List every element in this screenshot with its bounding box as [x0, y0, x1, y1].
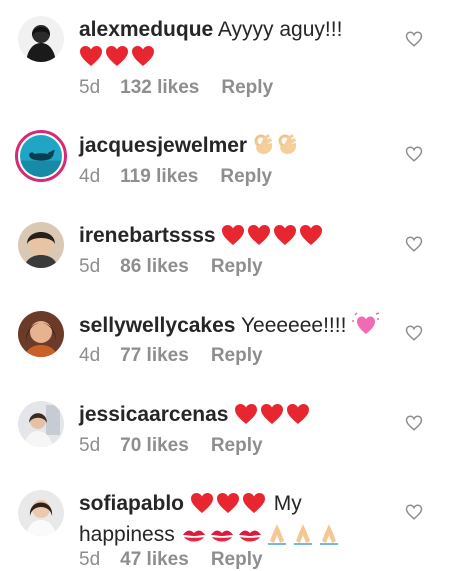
- sparkling-heart-icon: [352, 312, 380, 343]
- avatar[interactable]: [18, 222, 64, 268]
- folded-hands-icon: [265, 521, 289, 552]
- reply-button[interactable]: Reply: [211, 256, 263, 277]
- comment-text: sellywellycakes Yeeeeee!!!!: [79, 312, 389, 343]
- avatar[interactable]: [18, 16, 64, 62]
- like-heart-icon[interactable]: [405, 30, 423, 48]
- avatar[interactable]: [18, 401, 64, 447]
- like-heart-icon[interactable]: [405, 145, 423, 163]
- comment-age: 5d: [79, 435, 101, 456]
- comment-text: irenebartssss: [79, 222, 389, 253]
- comment-likes[interactable]: 70 likes: [120, 435, 189, 456]
- red-heart-icon: [221, 224, 245, 253]
- red-heart-icon: [286, 403, 310, 432]
- comment-meta: 4d 119 likes Reply: [79, 166, 272, 188]
- reply-button[interactable]: Reply: [221, 77, 273, 98]
- red-heart-icon: [216, 492, 240, 521]
- ok-hand-icon: [253, 132, 275, 163]
- like-heart-icon[interactable]: [405, 503, 423, 521]
- comment-age: 5d: [79, 256, 101, 277]
- red-heart-icon: [299, 224, 323, 253]
- comment-text: jessicaarcenas: [79, 401, 389, 432]
- red-heart-icon: [105, 45, 129, 74]
- comment-meta: 5d 70 likes Reply: [79, 435, 263, 457]
- comment-username[interactable]: irenebartssss: [79, 224, 216, 247]
- folded-hands-icon: [291, 521, 315, 552]
- comment-likes[interactable]: 119 likes: [120, 166, 198, 187]
- comment-likes[interactable]: 132 likes: [120, 77, 199, 98]
- comment-age: 4d: [79, 345, 101, 366]
- comment-username[interactable]: sellywellycakes: [79, 314, 235, 337]
- like-heart-icon[interactable]: [405, 235, 423, 253]
- ok-hand-icon: [277, 132, 299, 163]
- avatar[interactable]: [18, 490, 64, 536]
- reply-button[interactable]: Reply: [211, 435, 263, 456]
- comment-username[interactable]: sofiapablo: [79, 492, 184, 515]
- comment-age: 5d: [79, 77, 101, 98]
- comment-meta: 5d 86 likes Reply: [79, 256, 263, 278]
- comment-username[interactable]: jacquesjewelmer: [79, 134, 247, 157]
- kiss-mark-icon: [209, 525, 235, 552]
- red-heart-icon: [234, 403, 258, 432]
- comment-message: Yeeeeee!!!!: [240, 314, 347, 337]
- comment-username[interactable]: alexmeduque: [79, 18, 213, 41]
- comment-meta: 4d 77 likes Reply: [79, 345, 263, 367]
- red-heart-icon: [190, 492, 214, 521]
- kiss-mark-icon: [237, 525, 263, 552]
- comment-likes[interactable]: 77 likes: [120, 345, 189, 366]
- comment-username[interactable]: jessicaarcenas: [79, 403, 228, 426]
- comment-text: sofiapablo My happiness: [79, 490, 389, 552]
- like-heart-icon[interactable]: [405, 324, 423, 342]
- reply-button[interactable]: Reply: [220, 166, 272, 187]
- comment-meta: 5d 132 likes Reply: [79, 77, 273, 99]
- folded-hands-icon: [317, 521, 341, 552]
- red-heart-icon: [79, 45, 103, 74]
- comment-meta: 5d 47 likes Reply: [79, 549, 263, 571]
- red-heart-icon: [242, 492, 266, 521]
- red-heart-icon: [260, 403, 284, 432]
- comment-likes[interactable]: 86 likes: [120, 256, 189, 277]
- comment-age: 4d: [79, 166, 101, 187]
- red-heart-icon: [131, 45, 155, 74]
- like-heart-icon[interactable]: [405, 414, 423, 432]
- avatar[interactable]: [18, 311, 64, 357]
- avatar[interactable]: [15, 130, 67, 182]
- comment-text: jacquesjewelmer: [79, 132, 389, 163]
- red-heart-icon: [273, 224, 297, 253]
- red-heart-icon: [247, 224, 271, 253]
- reply-button[interactable]: Reply: [211, 345, 263, 366]
- kiss-mark-icon: [181, 525, 207, 552]
- comment-message: Ayyyy aguy!!!: [217, 18, 343, 41]
- comment-text: alexmeduque Ayyyy aguy!!!: [79, 16, 389, 74]
